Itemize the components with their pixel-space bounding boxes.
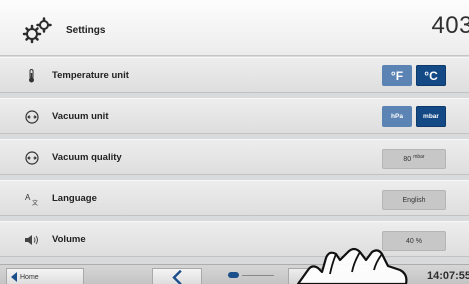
hpa-button[interactable]: hPa xyxy=(382,106,412,127)
speaker-icon xyxy=(25,235,38,245)
gears-icon xyxy=(22,17,52,44)
vacuum-gauge-icon xyxy=(25,110,39,124)
header-bar: Settings 403 xyxy=(0,0,469,56)
home-arrow-icon xyxy=(11,272,17,282)
vacuum-gauge-icon xyxy=(25,151,39,165)
settings-screen: Settings 403 Temperature unit °F °C Vacu… xyxy=(0,0,469,284)
chevron-left-icon xyxy=(172,270,182,284)
language-value: English xyxy=(402,196,426,204)
language-label: Language xyxy=(52,193,97,204)
page-indicator-track xyxy=(242,275,274,276)
language-icon: A 文 xyxy=(25,193,38,206)
volume-label: Volume xyxy=(52,234,86,245)
page-indicator xyxy=(228,272,276,280)
thermometer-icon xyxy=(29,69,34,83)
temperature-unit-row: Temperature unit °F °C xyxy=(0,57,469,93)
svg-text:A: A xyxy=(25,193,31,202)
temperature-unit-label: Temperature unit xyxy=(52,70,129,81)
vacuum-quality-value-button[interactable]: 80 mbar xyxy=(382,149,446,169)
fahrenheit-button[interactable]: °F xyxy=(382,65,412,86)
page-indicator-active-dot xyxy=(228,272,239,278)
celsius-button[interactable]: °C xyxy=(416,65,446,86)
back-button[interactable] xyxy=(152,268,202,284)
language-row: A 文 Language English xyxy=(0,180,469,216)
home-label: Home xyxy=(20,273,39,281)
vacuum-unit-row: Vacuum unit hPa mbar xyxy=(0,98,469,134)
home-button[interactable]: Home xyxy=(6,268,84,284)
vacuum-quality-label: Vacuum quality xyxy=(52,152,122,163)
language-value-button[interactable]: English xyxy=(382,190,446,210)
vacuum-unit-label: Vacuum unit xyxy=(52,111,109,122)
hand-pointer-icon xyxy=(296,247,408,284)
vacuum-quality-row: Vacuum quality 80 mbar xyxy=(0,139,469,175)
mbar-button[interactable]: mbar xyxy=(416,106,446,127)
program-number: 403 xyxy=(431,12,469,39)
vacuum-quality-unit: mbar xyxy=(413,154,425,160)
page-title: Settings xyxy=(66,25,106,36)
vacuum-quality-value: 80 xyxy=(403,155,412,163)
svg-text:文: 文 xyxy=(32,199,38,206)
